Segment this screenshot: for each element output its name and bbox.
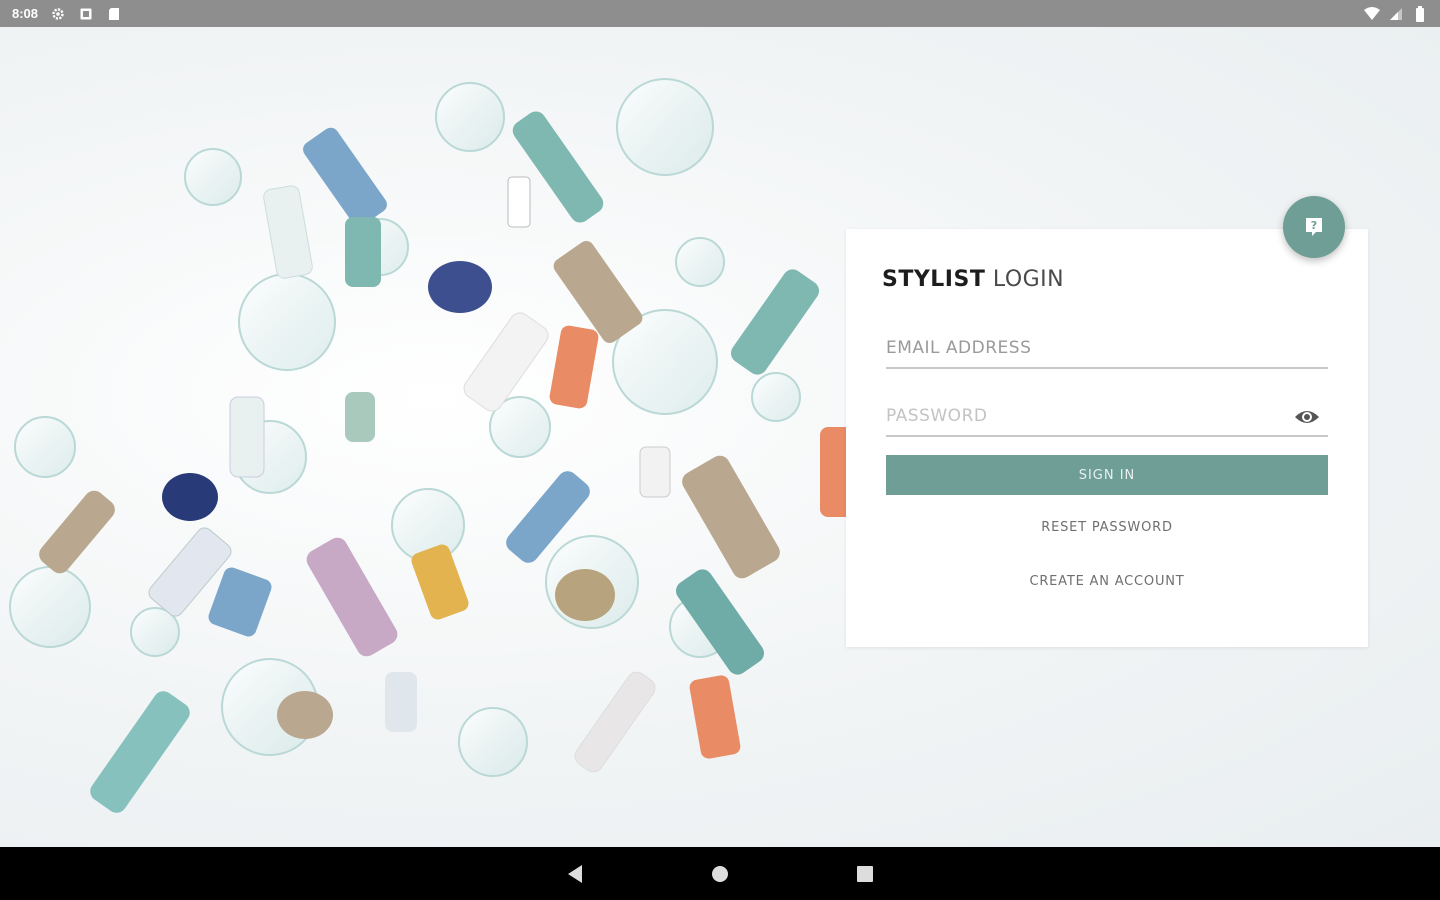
status-time: 8:08 xyxy=(12,6,39,21)
password-field[interactable] xyxy=(886,397,1276,435)
title-light: LOGIN xyxy=(992,267,1065,292)
svg-text:?: ? xyxy=(1311,219,1317,232)
email-field-container xyxy=(886,329,1328,369)
gear-icon xyxy=(50,6,66,22)
reset-password-link[interactable]: RESET PASSWORD xyxy=(846,520,1368,535)
recents-button[interactable] xyxy=(855,864,875,884)
battery-icon xyxy=(1412,5,1428,22)
back-icon xyxy=(568,864,582,883)
help-icon: ? xyxy=(1306,218,1322,236)
signal-icon xyxy=(1388,6,1404,22)
status-bar: 8:08 xyxy=(0,0,1440,27)
sign-in-button[interactable]: SIGN IN xyxy=(886,455,1328,495)
email-field[interactable] xyxy=(886,329,1328,367)
page-title: STYLIST LOGIN xyxy=(882,267,1064,292)
sim-icon xyxy=(78,6,94,22)
password-field-container xyxy=(886,397,1328,437)
login-card: STYLIST LOGIN SIGN IN RESET PASSWORD CRE… xyxy=(846,229,1368,647)
help-button[interactable]: ? xyxy=(1283,196,1345,258)
status-right xyxy=(1364,5,1428,22)
create-account-link[interactable]: CREATE AN ACCOUNT xyxy=(846,574,1368,589)
title-bold: STYLIST xyxy=(882,267,986,292)
navigation-bar xyxy=(0,847,1440,900)
wifi-icon xyxy=(1364,6,1380,22)
home-button[interactable] xyxy=(710,864,730,884)
sd-card-icon xyxy=(106,6,122,22)
recents-icon xyxy=(857,865,873,882)
status-left: 8:08 xyxy=(12,6,122,22)
home-icon xyxy=(712,865,728,882)
back-button[interactable] xyxy=(565,864,585,884)
eye-icon[interactable] xyxy=(1294,407,1320,427)
